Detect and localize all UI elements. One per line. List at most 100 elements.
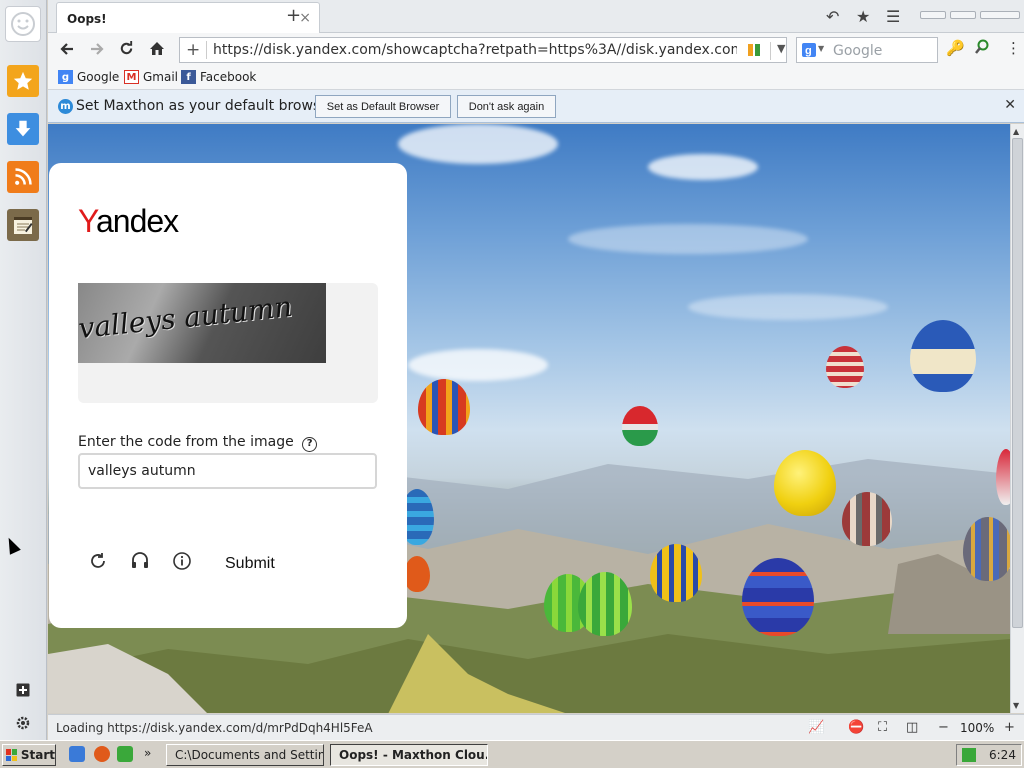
new-tab-button[interactable]: + <box>286 5 301 26</box>
close-window-button[interactable] <box>980 11 1020 19</box>
captcha-text: valleys autumn <box>78 289 294 346</box>
cloud <box>398 124 558 164</box>
cloud <box>648 154 758 180</box>
code-label-text: Enter the code from the image <box>78 434 294 450</box>
google-search-icon[interactable]: g <box>802 43 816 57</box>
dont-ask-again-button[interactable]: Don't ask again <box>457 95 556 118</box>
captcha-card: Yandex valleys autumn Enter the code fro… <box>49 163 407 628</box>
code-label: Enter the code from the image ? <box>78 434 318 452</box>
gmail-icon: M <box>124 70 139 84</box>
magnifier-icon[interactable] <box>974 39 990 59</box>
cloud <box>568 224 808 254</box>
bookmark-facebook[interactable]: f Facebook <box>181 70 256 84</box>
cloud <box>408 349 548 381</box>
search-engine-dropdown-icon[interactable]: ▼ <box>818 44 824 53</box>
bookmark-google[interactable]: g Google <box>58 70 119 84</box>
address-bar[interactable]: + https://disk.yandex.com/showcaptcha?re… <box>179 37 787 63</box>
bookmark-label: Gmail <box>143 70 179 84</box>
search-box[interactable]: g ▼ Google <box>796 37 938 63</box>
split-view-icon[interactable]: ◫ <box>906 720 918 735</box>
scroll-down-icon[interactable]: ▼ <box>1013 701 1019 710</box>
bookmark-bar: g Google M Gmail f Facebook <box>48 66 1024 90</box>
block-icon[interactable]: ⛔ <box>848 720 864 735</box>
forward-icon[interactable] <box>90 41 104 60</box>
task-label: C:\Documents and Settin... <box>175 748 324 762</box>
menu-icon[interactable]: ☰ <box>886 7 900 26</box>
hot-air-balloon <box>996 449 1010 505</box>
url-text[interactable]: https://disk.yandex.com/showcaptcha?retp… <box>213 42 737 58</box>
windows-flag-icon <box>6 749 17 761</box>
close-notification-icon[interactable]: ✕ <box>1004 97 1016 113</box>
url-divider <box>206 41 207 59</box>
notepad-icon[interactable] <box>7 209 39 241</box>
yandex-logo: Yandex <box>78 203 179 240</box>
hot-air-balloon <box>418 379 470 435</box>
status-bar: Loading https://disk.yandex.com/d/mrPdDq… <box>48 714 1024 740</box>
system-tray: 6:24 <box>956 744 1022 766</box>
star-icon[interactable]: ★ <box>856 7 870 26</box>
info-icon[interactable] <box>171 550 193 572</box>
tab-oops[interactable]: Oops! × <box>56 2 320 33</box>
download-icon[interactable] <box>7 113 39 145</box>
maxthon-info-icon: m <box>58 99 73 114</box>
taskbar-maxthon[interactable]: Oops! - Maxthon Clou... <box>330 744 488 766</box>
captcha-code-input[interactable] <box>78 453 377 489</box>
vertical-scrollbar[interactable]: ▲ ▼ <box>1010 124 1024 713</box>
refresh-captcha-icon[interactable] <box>87 550 109 572</box>
taskbar: Start » C:\Documents and Settin... Oops!… <box>0 740 1024 768</box>
hot-air-balloon <box>910 320 976 392</box>
audio-captcha-icon[interactable] <box>129 550 151 572</box>
reload-icon[interactable] <box>119 41 134 60</box>
clock: 6:24 <box>989 748 1016 762</box>
more-options-icon[interactable]: ⋮ <box>1006 39 1021 57</box>
taskbar-explorer[interactable]: C:\Documents and Settin... <box>166 744 324 766</box>
zoom-level: 100% <box>960 721 995 735</box>
bookmark-label: Facebook <box>200 70 257 84</box>
activity-graph-icon[interactable]: 📈 <box>808 720 824 735</box>
zoom-out-icon[interactable]: − <box>938 720 949 735</box>
submit-button[interactable]: Submit <box>225 555 275 573</box>
minimize-button[interactable] <box>920 11 946 19</box>
hot-air-balloon <box>774 450 836 516</box>
nav-bar: + https://disk.yandex.com/showcaptcha?re… <box>48 33 1024 66</box>
back-icon[interactable] <box>60 41 74 60</box>
captcha-image: valleys autumn <box>78 283 326 363</box>
scroll-up-icon[interactable]: ▲ <box>1013 127 1019 136</box>
status-text: Loading https://disk.yandex.com/d/mrPdDq… <box>56 721 373 735</box>
start-button[interactable]: Start <box>2 744 56 766</box>
url-add-icon[interactable]: + <box>186 40 200 60</box>
maximize-button[interactable] <box>950 11 976 19</box>
svg-text:g: g <box>805 45 812 57</box>
add-icon[interactable] <box>14 681 32 699</box>
ie-icon[interactable] <box>69 746 85 762</box>
default-browser-notification: m Set Maxthon as your default browser? S… <box>48 90 1024 123</box>
hot-air-balloon <box>622 406 658 446</box>
key-icon[interactable]: 🔑 <box>946 39 965 57</box>
bookmark-gmail[interactable]: M Gmail <box>124 70 178 84</box>
google-icon: g <box>58 70 73 84</box>
gear-icon[interactable] <box>14 714 32 732</box>
hot-air-balloon <box>826 346 864 388</box>
set-default-browser-button[interactable]: Set as Default Browser <box>315 95 451 118</box>
bookmark-label: Google <box>77 70 120 84</box>
favorites-star-icon[interactable] <box>7 65 39 97</box>
maxthon-logo-icon[interactable] <box>5 6 41 42</box>
tray-network-icon[interactable] <box>962 748 976 762</box>
cloud <box>688 294 888 320</box>
hot-air-balloon <box>742 558 814 636</box>
fullscreen-icon[interactable]: ⛶ <box>878 720 887 735</box>
zoom-in-icon[interactable]: + <box>1004 720 1015 735</box>
scroll-thumb[interactable] <box>1012 138 1023 628</box>
undo-icon[interactable]: ↶ <box>826 7 839 26</box>
help-icon[interactable]: ? <box>302 437 318 452</box>
hot-air-balloon <box>404 556 430 592</box>
rss-icon[interactable] <box>7 161 39 193</box>
quicklaunch-more-icon[interactable]: » <box>144 746 151 760</box>
firefox-icon[interactable] <box>94 746 110 762</box>
tab-title: Oops! <box>67 12 107 26</box>
compat-mode-icon[interactable] <box>746 42 762 58</box>
show-desktop-icon[interactable] <box>117 746 133 762</box>
home-icon[interactable] <box>149 41 165 60</box>
url-dropdown-icon[interactable]: ▼ <box>770 42 785 60</box>
notification-text: Set Maxthon as your default browser? <box>76 98 343 114</box>
